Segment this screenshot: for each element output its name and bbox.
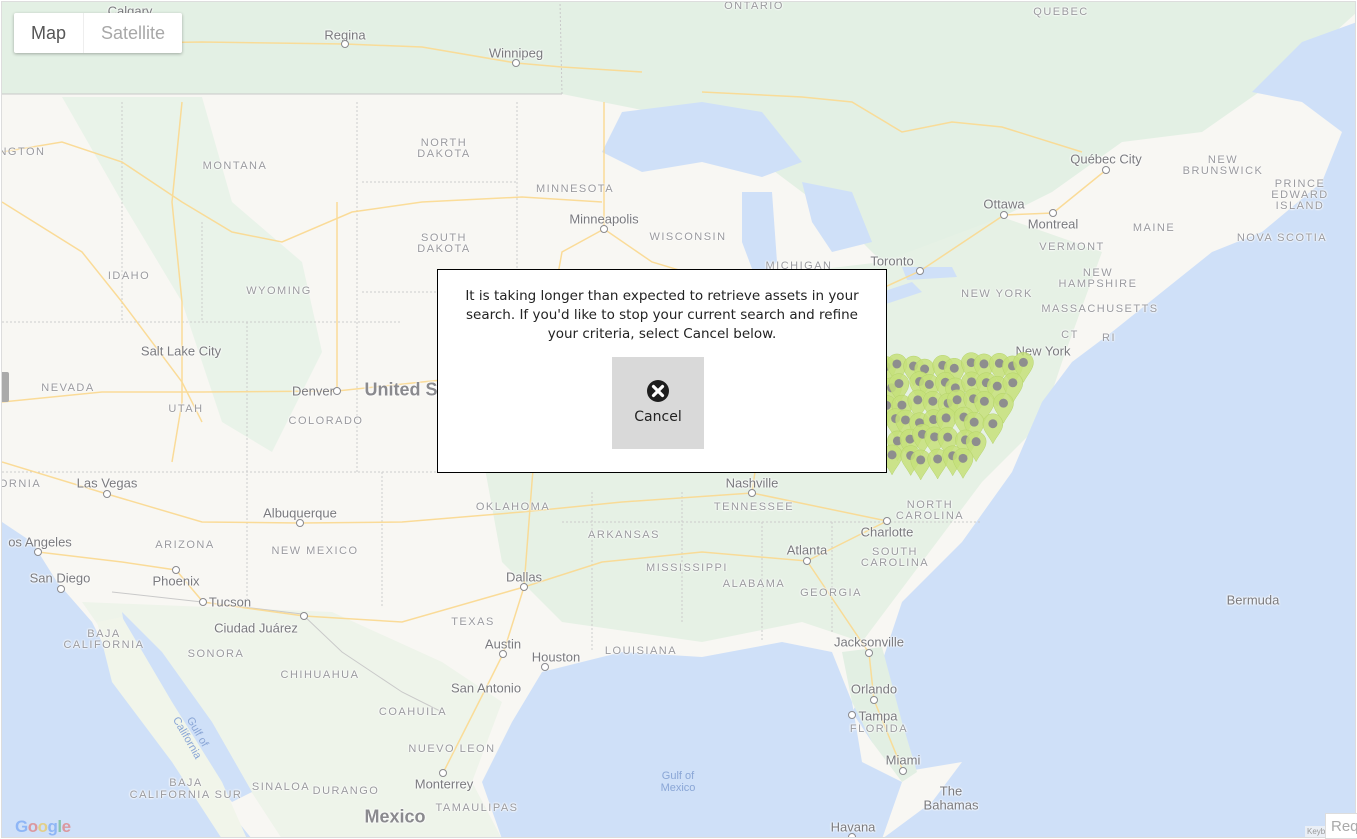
map-type-map-button[interactable]: Map [14, 13, 83, 53]
map-type-satellite-button[interactable]: Satellite [83, 13, 182, 53]
asset-pin[interactable] [910, 449, 931, 481]
keyboard-shortcuts-link[interactable]: Keyb [1305, 826, 1328, 837]
request-button[interactable]: Req [1325, 813, 1357, 839]
cancel-button[interactable]: Cancel [612, 357, 704, 449]
slow-search-dialog: It is taking longer than expected to ret… [437, 269, 887, 473]
map-type-control: Map Satellite [14, 13, 183, 53]
cancel-label: Cancel [634, 409, 682, 425]
google-logo: Google [15, 817, 71, 836]
asset-pin[interactable] [952, 448, 974, 479]
side-panel-toggle[interactable] [2, 372, 9, 402]
close-circle-icon [647, 380, 669, 402]
dialog-message: It is taking longer than expected to ret… [465, 288, 859, 342]
